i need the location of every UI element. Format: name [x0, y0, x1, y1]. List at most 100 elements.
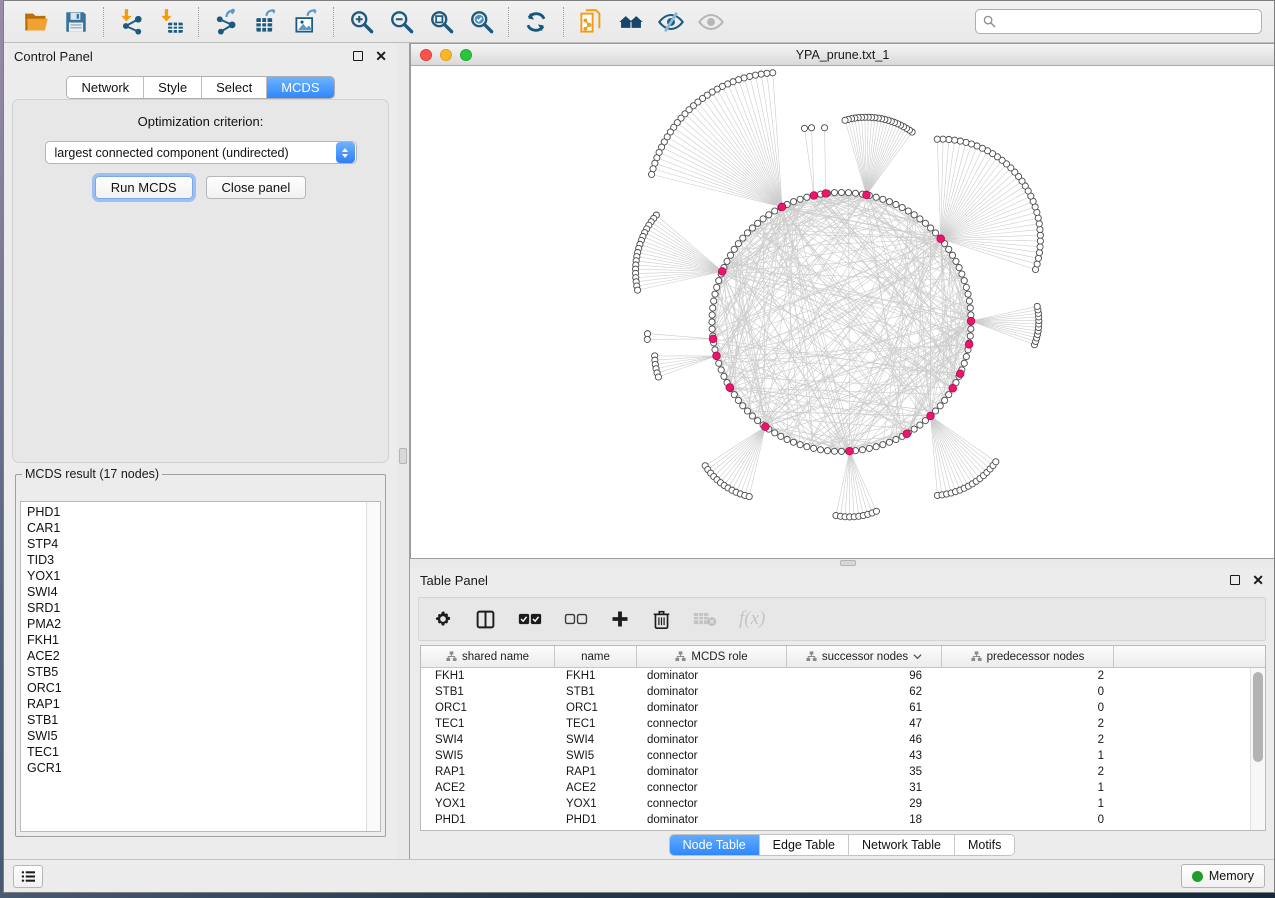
column-type-icon: [971, 651, 982, 662]
table-row[interactable]: ORC1ORC1dominator610: [421, 700, 1265, 716]
table-cell: 2: [942, 668, 1114, 684]
save-session-icon[interactable]: [56, 5, 96, 39]
function-builder-icon: f(x): [739, 608, 765, 630]
mcds-list-scrollbar[interactable]: [366, 502, 380, 831]
table-cell: [1114, 700, 1265, 716]
mcds-result-item[interactable]: SWI4: [27, 584, 366, 600]
zoom-in-icon[interactable]: [341, 5, 381, 39]
tab-network[interactable]: Network: [67, 77, 143, 98]
zoom-fit-icon[interactable]: [421, 5, 461, 39]
export-image-icon[interactable]: [286, 5, 326, 39]
float-panel-icon[interactable]: [353, 51, 363, 61]
hide-selected-icon[interactable]: [651, 5, 691, 39]
export-table-icon[interactable]: [246, 5, 286, 39]
tab-edge-table[interactable]: Edge Table: [759, 835, 848, 855]
table-row[interactable]: YOX1YOX1connector291: [421, 796, 1265, 812]
network-overview-icon[interactable]: [611, 5, 651, 39]
table-cell: SWI5: [555, 748, 637, 764]
table-cell: dominator: [637, 812, 787, 828]
tab-motifs[interactable]: Motifs: [954, 835, 1014, 855]
mcds-result-item[interactable]: FKH1: [27, 632, 366, 648]
mcds-result-item[interactable]: ORC1: [27, 680, 366, 696]
column-header-predecessor-nodes[interactable]: predecessor nodes: [942, 646, 1114, 667]
mcds-result-item[interactable]: CAR1: [27, 520, 366, 536]
import-network-icon[interactable]: [111, 5, 151, 39]
control-panel-header: Control Panel ✕: [4, 43, 397, 69]
table-row[interactable]: SWI4SWI4dominator462: [421, 732, 1265, 748]
mcds-result-item[interactable]: TID3: [27, 552, 366, 568]
search-input[interactable]: [1001, 15, 1254, 29]
table-cell: 18: [787, 812, 942, 828]
table-row[interactable]: ACE2ACE2connector311: [421, 780, 1265, 796]
control-panel: Control Panel ✕ Network Style Select MCD…: [4, 43, 397, 859]
column-type-icon: [446, 651, 457, 662]
column-header-shared-name[interactable]: shared name: [421, 646, 555, 667]
zoom-out-icon[interactable]: [381, 5, 421, 39]
mcds-result-item[interactable]: RAP1: [27, 696, 366, 712]
tab-node-table[interactable]: Node Table: [670, 835, 759, 855]
apply-layout-icon[interactable]: [516, 5, 556, 39]
criterion-selected-value: largest connected component (undirected): [46, 146, 335, 160]
mcds-result-item[interactable]: SRD1: [27, 600, 366, 616]
column-header-mcds-role[interactable]: MCDS role: [637, 646, 787, 667]
memory-status-dot: [1192, 871, 1203, 882]
close-table-panel-icon[interactable]: ✕: [1252, 575, 1264, 585]
table-scrollbar-thumb[interactable]: [1253, 672, 1263, 762]
table-cell: [1114, 812, 1265, 828]
table-row[interactable]: RAP1RAP1dominator352: [421, 764, 1265, 780]
horizontal-splitter-handle[interactable]: [840, 560, 856, 566]
deselect-all-icon[interactable]: [564, 612, 588, 626]
table-cell: 61: [787, 700, 942, 716]
vertical-splitter: [397, 43, 410, 859]
float-table-panel-icon[interactable]: [1230, 575, 1240, 585]
table-row[interactable]: SWI5SWI5connector431: [421, 748, 1265, 764]
status-bar: Memory: [4, 859, 1274, 892]
table-cell: dominator: [637, 732, 787, 748]
mcds-result-item[interactable]: GCR1: [27, 760, 366, 776]
mcds-result-item[interactable]: PMA2: [27, 616, 366, 632]
close-panel-icon[interactable]: ✕: [375, 51, 387, 61]
delete-column-icon[interactable]: [652, 609, 671, 630]
toolbar-separator: [333, 7, 334, 37]
network-titlebar: YPA_prune.txt_1: [411, 44, 1274, 66]
zoom-selected-icon[interactable]: [461, 5, 501, 39]
mcds-options-box: Optimization criterion: largest connecte…: [12, 99, 389, 463]
table-cell: 1: [942, 748, 1114, 764]
column-type-icon: [806, 651, 817, 662]
table-row[interactable]: TEC1TEC1connector472: [421, 716, 1265, 732]
clone-network-icon[interactable]: [571, 5, 611, 39]
select-all-icon[interactable]: [518, 612, 542, 626]
table-row[interactable]: PHD1PHD1dominator180: [421, 812, 1265, 828]
memory-button[interactable]: Memory: [1181, 864, 1265, 888]
export-network-icon[interactable]: [206, 5, 246, 39]
network-canvas[interactable]: [411, 66, 1274, 558]
main-area: Control Panel ✕ Network Style Select MCD…: [4, 43, 1274, 859]
mcds-result-item[interactable]: STP4: [27, 536, 366, 552]
import-table-icon[interactable]: [151, 5, 191, 39]
tab-style[interactable]: Style: [143, 77, 201, 98]
task-history-button[interactable]: [13, 865, 43, 888]
mcds-result-item[interactable]: YOX1: [27, 568, 366, 584]
add-column-icon[interactable]: [610, 609, 630, 629]
column-header-name[interactable]: name: [555, 646, 637, 667]
show-columns-icon[interactable]: [475, 609, 496, 630]
mcds-result-item[interactable]: ACE2: [27, 648, 366, 664]
tab-select[interactable]: Select: [201, 77, 266, 98]
column-header-successor-nodes[interactable]: successor nodes: [787, 646, 942, 667]
show-all-icon[interactable]: [691, 5, 731, 39]
mcds-result-item[interactable]: TEC1: [27, 744, 366, 760]
open-file-icon[interactable]: [16, 5, 56, 39]
table-row[interactable]: STB1STB1dominator620: [421, 684, 1265, 700]
optimization-criterion-select[interactable]: largest connected component (undirected): [45, 141, 357, 164]
run-mcds-button[interactable]: Run MCDS: [95, 176, 193, 199]
mcds-result-item[interactable]: PHD1: [27, 504, 366, 520]
mcds-result-item[interactable]: STB1: [27, 712, 366, 728]
vertical-splitter-handle[interactable]: [399, 448, 407, 464]
tab-network-table[interactable]: Network Table: [848, 835, 954, 855]
table-row[interactable]: FKH1FKH1dominator962: [421, 668, 1265, 684]
close-panel-button[interactable]: Close panel: [206, 176, 307, 199]
mcds-result-item[interactable]: STB5: [27, 664, 366, 680]
settings-gear-icon[interactable]: [433, 609, 453, 629]
mcds-result-item[interactable]: SWI5: [27, 728, 366, 744]
tab-mcds[interactable]: MCDS: [266, 77, 333, 98]
